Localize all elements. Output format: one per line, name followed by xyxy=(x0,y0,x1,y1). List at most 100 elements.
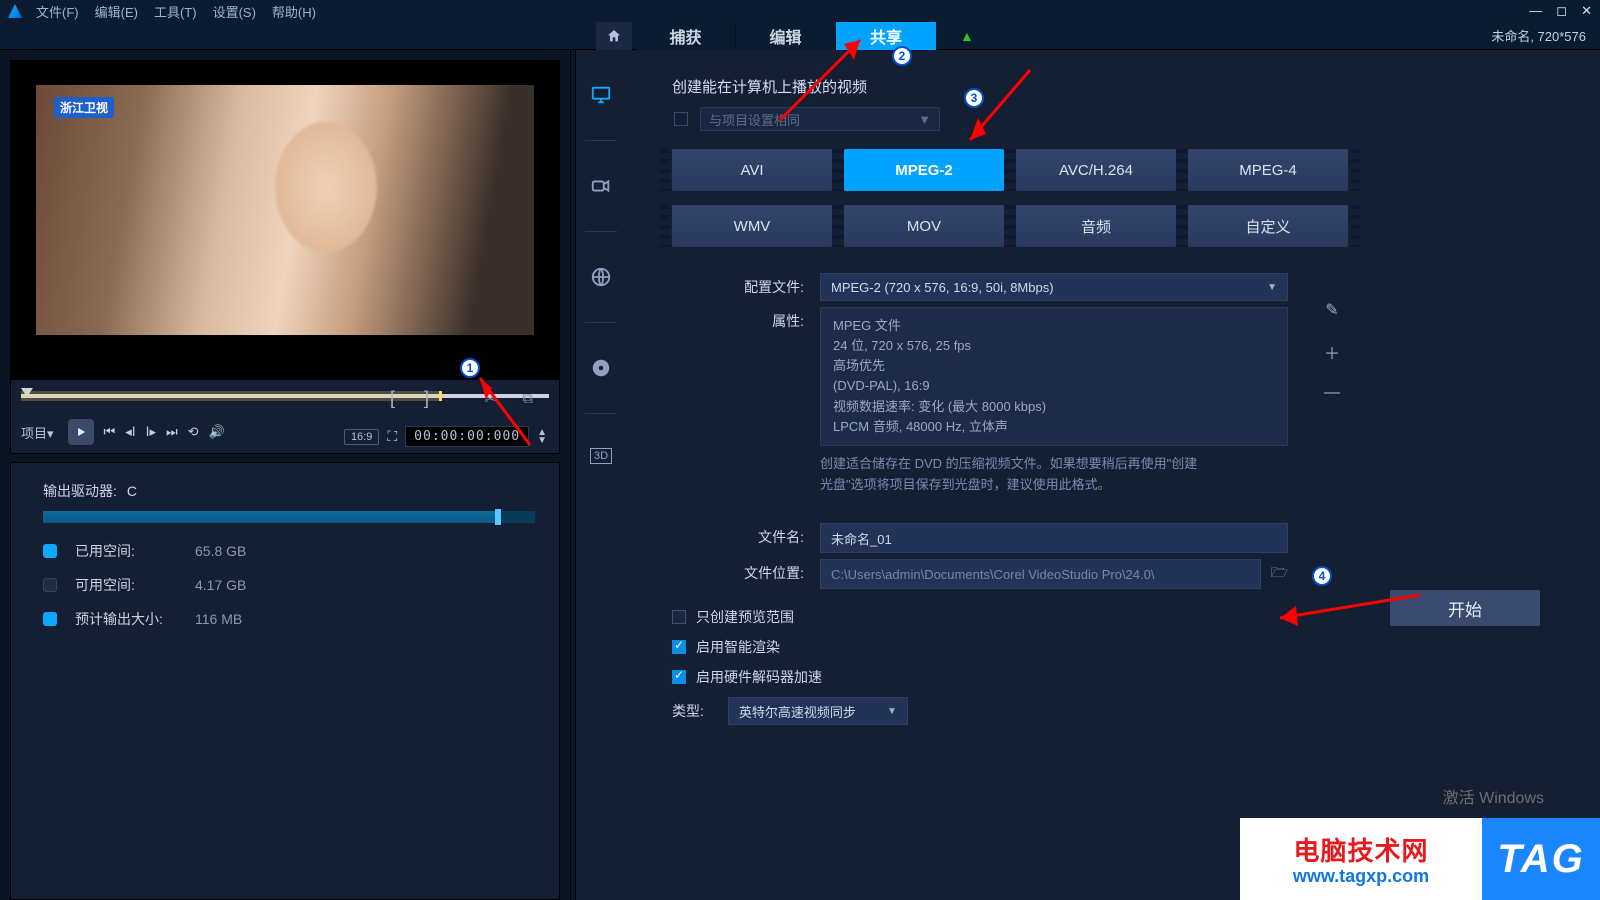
go-start-icon[interactable]: ⏮ xyxy=(104,424,116,440)
chevron-down-icon: ▼ xyxy=(918,112,931,127)
tab-capture[interactable]: 捕获 xyxy=(636,22,736,50)
seek-bar[interactable] xyxy=(21,394,549,398)
decoder-type-dropdown[interactable]: 英特尔高速视频同步 ▼ xyxy=(728,697,908,725)
menu-help[interactable]: 帮助(H) xyxy=(272,2,316,21)
format-[interactable]: 自定义 xyxy=(1188,205,1348,247)
target-3d[interactable]: 3D xyxy=(590,448,612,464)
home-icon xyxy=(606,28,622,44)
target-computer[interactable] xyxy=(590,84,612,106)
attr-line: MPEG 文件 xyxy=(833,316,1275,336)
menu-file[interactable]: 文件(F) xyxy=(36,2,79,21)
target-web[interactable] xyxy=(590,266,612,288)
annotation-badge-2: 2 xyxy=(892,46,912,66)
annotation-badge-1: 1 xyxy=(460,358,480,378)
opt-smart-render[interactable]: 启用智能渲染 xyxy=(672,637,1560,657)
attr-label: 属性: xyxy=(672,307,820,331)
menu-edit[interactable]: 编辑(E) xyxy=(95,2,138,21)
drive-est-row: 预计输出大小: 116 MB xyxy=(43,609,535,629)
checkbox-icon xyxy=(672,640,686,654)
scissors-icon[interactable]: ✂ xyxy=(484,390,497,408)
watermark-line1: 电脑技术网 xyxy=(1293,831,1428,868)
format-wmv[interactable]: WMV xyxy=(672,205,832,247)
opt-hw-decode[interactable]: 启用硬件解码器加速 xyxy=(672,667,1560,687)
drive-free-value: 4.17 GB xyxy=(195,577,246,593)
target-disc[interactable] xyxy=(590,357,612,379)
format-avch264[interactable]: AVC/H.264 xyxy=(1016,149,1176,191)
format-mpeg2[interactable]: MPEG-2 xyxy=(844,149,1004,191)
three-d-icon: 3D xyxy=(590,448,612,464)
attr-line: LPCM 音频, 48000 Hz, 立体声 xyxy=(833,417,1275,437)
remove-profile-icon[interactable]: — xyxy=(1324,384,1340,402)
menu-settings[interactable]: 设置(S) xyxy=(213,2,256,21)
same-as-project-row: 与项目设置相同 ▼ xyxy=(674,107,1560,131)
disc-icon xyxy=(590,357,612,379)
preview-panel: 浙江卫视 xyxy=(10,60,560,380)
maximize-icon[interactable]: ◻ xyxy=(1556,3,1567,19)
annotation-badge-3: 3 xyxy=(964,88,984,108)
format-mov[interactable]: MOV xyxy=(844,205,1004,247)
mark-in-out-icon[interactable]: [ ] xyxy=(390,388,441,409)
export-target-sidebar: 3D xyxy=(576,50,626,900)
close-icon[interactable]: ✕ xyxy=(1581,3,1592,19)
mode-label: 项目▾ xyxy=(21,423,54,442)
main-area: 浙江卫视 [ ] ✂ ⧉ 项目▾ ⏮ ◂Ⅰ Ⅰ▸ ⏭ ⟲ 🔊 16:9 xyxy=(0,50,1600,900)
edit-profile-icon[interactable]: ✎ xyxy=(1325,300,1338,320)
menubar: 文件(F) 编辑(E) 工具(T) 设置(S) 帮助(H) — ◻ ✕ xyxy=(0,0,1600,22)
start-button[interactable]: 开始 xyxy=(1390,590,1540,626)
snapshot-icon[interactable]: ⧉ xyxy=(522,390,533,407)
tab-capture-label: 捕获 xyxy=(669,24,701,48)
drive-title: 输出驱动器:C xyxy=(43,481,535,501)
channel-watermark: 浙江卫视 xyxy=(54,97,114,118)
tab-edit[interactable]: 编辑 xyxy=(736,22,836,50)
timecode-display[interactable]: 00:00:00:000 xyxy=(405,426,529,447)
start-button-label: 开始 xyxy=(1448,596,1482,621)
timecode-stepper-icon[interactable]: ▲▼ xyxy=(537,429,547,445)
decoder-type-value: 英特尔高速视频同步 xyxy=(739,702,856,721)
format-mpeg4[interactable]: MPEG-4 xyxy=(1188,149,1348,191)
profile-value: MPEG-2 (720 x 576, 16:9, 50i, 8Mbps) xyxy=(831,280,1054,295)
home-button[interactable] xyxy=(596,22,632,50)
step-fwd-icon[interactable]: Ⅰ▸ xyxy=(146,424,156,440)
location-input[interactable]: C:\Users\admin\Documents\Corel VideoStud… xyxy=(820,559,1261,589)
filename-input[interactable]: 未命名_01 xyxy=(820,523,1288,553)
browse-folder-icon[interactable]: 🗁 xyxy=(1271,562,1288,586)
volume-icon[interactable]: 🔊 xyxy=(209,424,225,440)
attr-line: 24 位, 720 x 576, 25 fps xyxy=(833,336,1275,356)
drive-used-label: 已用空间: xyxy=(75,541,195,561)
same-as-project-dropdown[interactable]: 与项目设置相同 ▼ xyxy=(700,107,940,131)
play-button[interactable] xyxy=(68,419,94,445)
used-swatch-icon xyxy=(43,544,57,558)
location-value: C:\Users\admin\Documents\Corel VideoStud… xyxy=(831,567,1154,582)
watermark-line2: www.tagxp.com xyxy=(1293,866,1429,887)
drive-usage-bar xyxy=(43,511,535,523)
format-grid: AVI MPEG-2 AVC/H.264 MPEG-4 WMV MOV 音频自定义 xyxy=(672,149,1560,247)
chevron-down-icon: ▼ xyxy=(887,706,897,717)
monitor-icon xyxy=(590,84,612,106)
play-icon xyxy=(74,425,88,439)
export-heading: 创建能在计算机上播放的视频 xyxy=(672,76,1560,97)
export-settings-panel: 创建能在计算机上播放的视频 与项目设置相同 ▼ AVI MPEG-2 AVC/H.2… xyxy=(626,50,1600,900)
profile-dropdown[interactable]: MPEG-2 (720 x 576, 16:9, 50i, 8Mbps) ▼ xyxy=(820,273,1288,301)
timecode-group: 16:9 ⛶ 00:00:00:000 ▲▼ xyxy=(344,426,547,447)
format-avi[interactable]: AVI xyxy=(672,149,832,191)
step-back-icon[interactable]: ◂Ⅰ xyxy=(125,424,135,440)
go-end-icon[interactable]: ⏭ xyxy=(166,424,178,440)
opt-smart-render-label: 启用智能渲染 xyxy=(696,637,780,657)
workflow-tabs: 捕获 编辑 共享 ▲ 未命名, 720*576 xyxy=(0,22,1600,50)
target-device[interactable] xyxy=(590,175,612,197)
upload-icon[interactable]: ▲ xyxy=(960,28,974,44)
windows-activation-hint: 激活 Windows xyxy=(1443,784,1544,808)
menu-tools[interactable]: 工具(T) xyxy=(154,2,197,21)
profile-side-actions: ✎ ＋ — xyxy=(1324,300,1340,402)
tab-share[interactable]: 共享 xyxy=(836,22,936,50)
loop-icon[interactable]: ⟲ xyxy=(188,424,199,440)
opt-hw-decode-label: 启用硬件解码器加速 xyxy=(696,667,822,687)
format-[interactable]: 音频 xyxy=(1016,205,1176,247)
same-as-project-checkbox[interactable] xyxy=(674,112,688,126)
minimize-icon[interactable]: — xyxy=(1529,3,1542,19)
drive-free-label: 可用空间: xyxy=(75,575,195,595)
aspect-ratio-button[interactable]: 16:9 xyxy=(344,429,379,445)
expand-icon[interactable]: ⛶ xyxy=(387,428,397,445)
add-profile-icon[interactable]: ＋ xyxy=(1324,340,1340,364)
site-watermark: 电脑技术网 www.tagxp.com TAG xyxy=(1240,818,1600,900)
